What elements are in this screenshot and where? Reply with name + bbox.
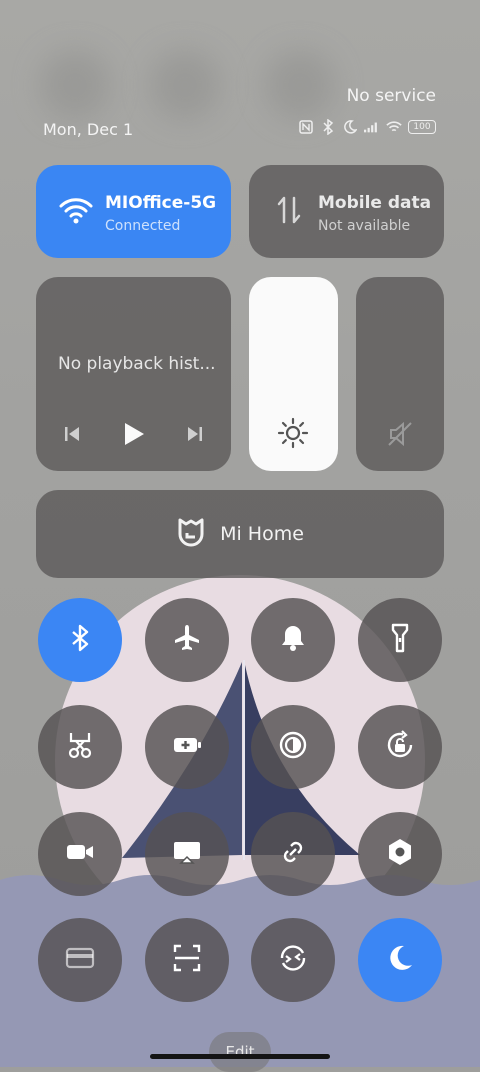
screen-recorder-toggle[interactable]: [38, 812, 122, 896]
cast-icon: [171, 836, 203, 872]
scissors-icon: [64, 729, 96, 765]
auto-rotate-toggle[interactable]: [358, 705, 442, 789]
date-label: Mon, Dec 1: [43, 120, 134, 139]
cast-toggle[interactable]: [145, 812, 229, 896]
bell-icon: [277, 622, 309, 658]
battery-plus-icon: [171, 729, 203, 765]
mi-home-label: Mi Home: [220, 523, 304, 545]
wifi-status: Connected: [105, 218, 181, 234]
brightness-slider[interactable]: [249, 277, 338, 471]
system-icons: 100: [298, 119, 436, 135]
bluetooth-icon: [320, 119, 336, 135]
reading-mode-toggle[interactable]: [251, 705, 335, 789]
hexagon-icon: [384, 836, 416, 872]
wifi-network-name: MIOffice-5G: [105, 193, 217, 213]
airplane-toggle[interactable]: [145, 598, 229, 682]
carrier-status: No service: [346, 86, 436, 106]
mobile-data-icon: [271, 192, 307, 228]
wifi-icon: [58, 192, 94, 228]
sound-toggle[interactable]: [251, 598, 335, 682]
mute-icon: [385, 419, 415, 449]
media-player-tile[interactable]: No playback hist...: [36, 277, 231, 471]
flashlight-toggle[interactable]: [358, 598, 442, 682]
sun-icon: [277, 417, 309, 449]
link-toggle[interactable]: [251, 812, 335, 896]
contrast-icon: [277, 729, 309, 765]
moon-icon: [384, 942, 416, 978]
cards-toggle[interactable]: [38, 918, 122, 1002]
bluetooth-icon: [64, 622, 96, 658]
media-status-text: No playback hist...: [58, 354, 216, 374]
wifi-tile[interactable]: MIOffice-5G Connected: [36, 165, 231, 258]
mi-home-tile[interactable]: Mi Home: [36, 490, 444, 578]
battery-saver-toggle[interactable]: [145, 705, 229, 789]
mobile-data-title: Mobile data: [318, 193, 432, 213]
sync-icon: [277, 942, 309, 978]
previous-icon[interactable]: [58, 420, 86, 448]
wifi-icon: [386, 119, 402, 135]
scan-icon: [171, 942, 203, 978]
moon-icon: [342, 119, 358, 135]
edit-button[interactable]: Edit: [209, 1032, 271, 1072]
play-icon[interactable]: [119, 420, 147, 448]
link-icon: [277, 836, 309, 872]
signal-icon: [364, 119, 380, 135]
screenshot-toggle[interactable]: [38, 705, 122, 789]
battery-icon: 100: [408, 120, 436, 134]
dark-mode-toggle[interactable]: [358, 918, 442, 1002]
nfc-icon: [298, 119, 314, 135]
mi-home-icon: [176, 516, 206, 553]
settings-toggle[interactable]: [358, 812, 442, 896]
volume-slider[interactable]: [356, 277, 444, 471]
scanner-toggle[interactable]: [145, 918, 229, 1002]
bluetooth-toggle[interactable]: [38, 598, 122, 682]
video-camera-icon: [64, 836, 96, 872]
flashlight-icon: [384, 622, 416, 658]
rotate-lock-icon: [384, 729, 416, 765]
sync-toggle[interactable]: [251, 918, 335, 1002]
home-indicator[interactable]: [150, 1054, 330, 1059]
mobile-data-status: Not available: [318, 218, 411, 234]
next-icon[interactable]: [181, 420, 209, 448]
mobile-data-tile[interactable]: Mobile data Not available: [249, 165, 444, 258]
airplane-icon: [171, 622, 203, 658]
card-icon: [64, 942, 96, 978]
